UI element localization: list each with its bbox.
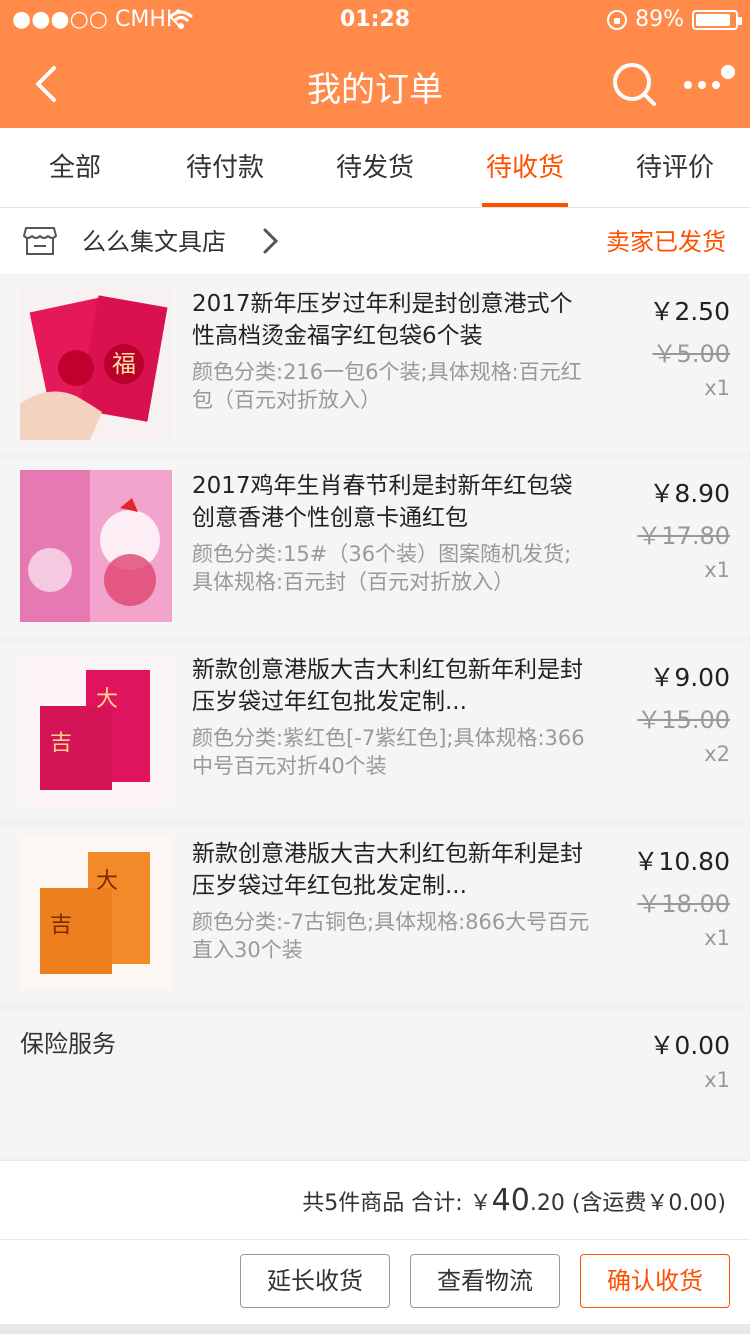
shop-row[interactable]: 么么集文具店 卖家已发货: [0, 208, 750, 274]
svg-text:大: 大: [96, 687, 118, 712]
product-price: ￥9.00: [649, 663, 730, 692]
status-right: 89%: [607, 0, 742, 40]
product-title[interactable]: 新款创意港版大吉大利红包新年利是封压岁袋过年红包批发定制...: [192, 654, 592, 718]
total-decimal: .20: [529, 1191, 565, 1216]
product-title[interactable]: 2017鸡年生肖春节利是封新年红包袋创意香港个性创意卡通红包: [192, 470, 592, 534]
product-quantity: x1: [704, 376, 730, 400]
summary-text: 共5件商品 合计: ￥40.20 (含运费￥0.00): [302, 1183, 726, 1218]
tab-pending-review[interactable]: 待评价: [600, 128, 750, 207]
shipping-fee: (含运费￥0.00): [571, 1191, 726, 1216]
top-bar: ●●●○○ CMHK 01:28 89% 我的订单: [0, 0, 750, 128]
battery-icon: [692, 10, 742, 30]
insurance-quantity: x1: [704, 1068, 730, 1092]
currency-symbol: ￥: [469, 1191, 492, 1216]
product-title[interactable]: 新款创意港版大吉大利红包新年利是封压岁袋过年红包批发定制...: [192, 838, 592, 902]
bottom-divider: [0, 1324, 750, 1334]
product-image: 大 吉: [20, 654, 172, 806]
insurance-label: 保险服务: [20, 1030, 116, 1058]
status-bar: ●●●○○ CMHK 01:28 89%: [0, 0, 750, 40]
tab-pending-shipment[interactable]: 待发货: [300, 128, 450, 207]
product-image: [20, 470, 172, 622]
product-spec: 颜色分类:216一包6个装;具体规格:百元红包（百元对折放入）: [192, 360, 582, 412]
original-price: ￥18.00: [637, 890, 730, 918]
store-icon: [23, 227, 57, 255]
item-count-label: 共5件商品 合计:: [302, 1191, 463, 1216]
product-price: ￥8.90: [649, 479, 730, 508]
original-price: ￥15.00: [637, 706, 730, 734]
product-quantity: x2: [704, 742, 730, 766]
extend-receipt-button[interactable]: 延长收货: [240, 1254, 390, 1308]
product-quantity: x1: [704, 558, 730, 582]
view-logistics-button[interactable]: 查看物流: [410, 1254, 560, 1308]
order-item[interactable]: 福 2017新年压岁过年利是封创意港式个性高档烫金福字红包袋6个装 颜色分类:2…: [0, 276, 750, 452]
action-bar: 延长收货 查看物流 确认收货: [0, 1240, 750, 1334]
insurance-row: 保险服务 ￥0.00 x1: [0, 1010, 750, 1158]
order-tabs: 全部 待付款 待发货 待收货 待评价: [0, 128, 750, 208]
nav-bar: 我的订单: [0, 40, 750, 128]
search-icon[interactable]: [610, 60, 660, 110]
product-spec: 颜色分类:-7古铜色;具体规格:866大号百元直入30个装: [192, 910, 590, 962]
original-price: ￥5.00: [652, 340, 730, 368]
chevron-right-icon: [263, 228, 279, 254]
product-image: 大 吉: [20, 838, 172, 990]
battery-percent: 89%: [635, 7, 684, 32]
product-price: ￥2.50: [649, 297, 730, 326]
tab-all[interactable]: 全部: [0, 128, 150, 207]
order-item[interactable]: 大 吉 新款创意港版大吉大利红包新年利是封压岁袋过年红包批发定制... 颜色分类…: [0, 826, 750, 1002]
order-item[interactable]: 2017鸡年生肖春节利是封新年红包袋创意香港个性创意卡通红包 颜色分类:15#（…: [0, 458, 750, 636]
original-price: ￥17.80: [637, 522, 730, 550]
confirm-receipt-button[interactable]: 确认收货: [580, 1254, 730, 1308]
product-title[interactable]: 2017新年压岁过年利是封创意港式个性高档烫金福字红包袋6个装: [192, 288, 592, 352]
tab-pending-payment[interactable]: 待付款: [150, 128, 300, 207]
product-price: ￥10.80: [633, 847, 730, 876]
product-quantity: x1: [704, 926, 730, 950]
order-status: 卖家已发货: [606, 228, 726, 256]
svg-text:吉: 吉: [50, 731, 72, 756]
svg-text:大: 大: [96, 869, 118, 894]
svg-text:福: 福: [112, 350, 136, 378]
shop-name[interactable]: 么么集文具店: [82, 222, 226, 257]
order-summary: 共5件商品 合计: ￥40.20 (含运费￥0.00): [0, 1160, 750, 1240]
svg-text:吉: 吉: [50, 913, 72, 938]
total-integer: 40: [491, 1183, 530, 1218]
tab-pending-receipt[interactable]: 待收货: [450, 128, 600, 207]
more-icon[interactable]: [678, 60, 738, 110]
insurance-price: ￥0.00: [649, 1031, 730, 1060]
rotation-lock-icon: [607, 10, 628, 30]
order-item[interactable]: 大 吉 新款创意港版大吉大利红包新年利是封压岁袋过年红包批发定制... 颜色分类…: [0, 642, 750, 818]
product-image: 福: [20, 288, 172, 440]
product-spec: 颜色分类:紫红色[-7紫红色];具体规格:366中号百元对折40个装: [192, 726, 585, 778]
product-spec: 颜色分类:15#（36个装）图案随机发货;具体规格:百元封（百元对折放入）: [192, 542, 572, 594]
